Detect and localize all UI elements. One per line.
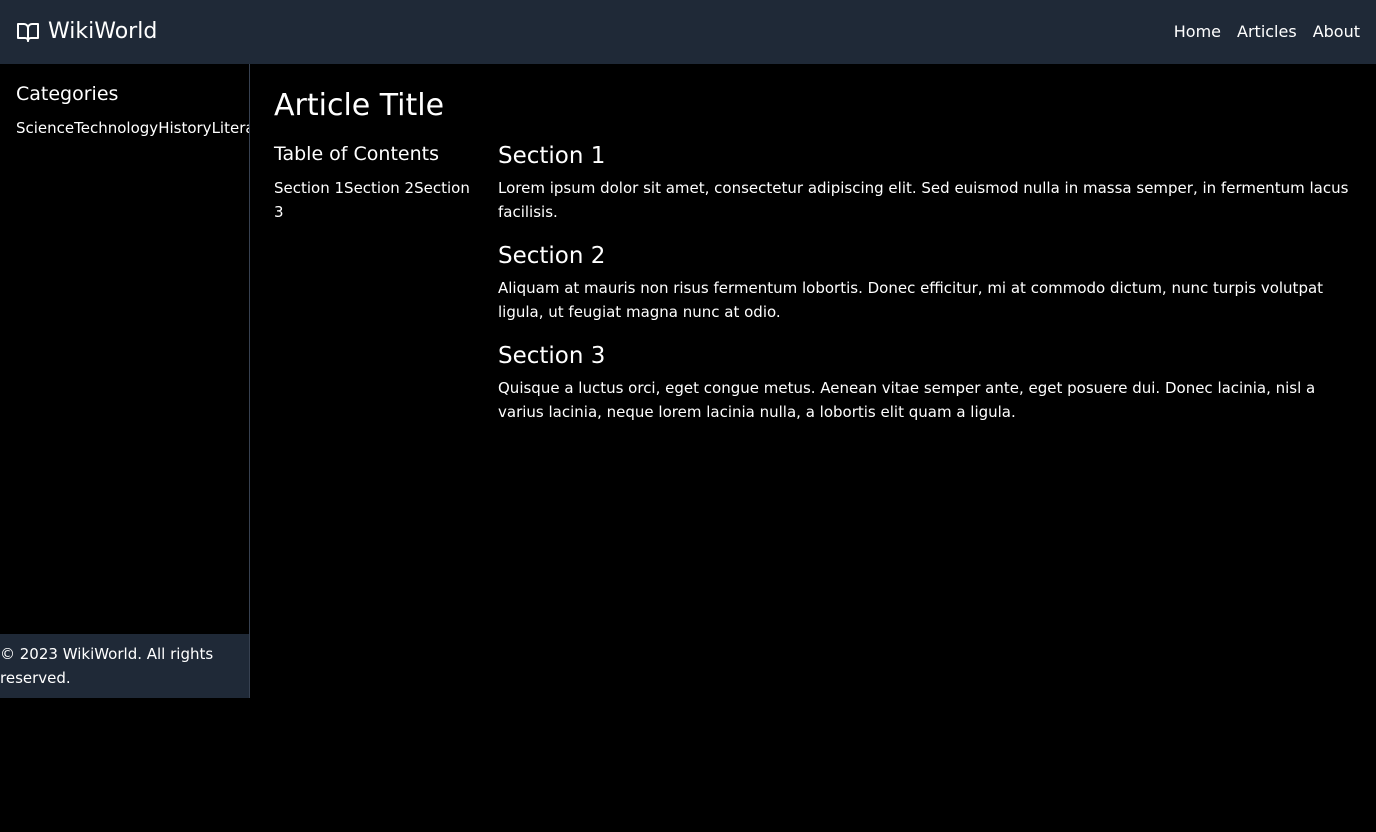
- page-footer: © 2023 WikiWorld. All rights reserved.: [0, 634, 250, 698]
- section-1-body: Lorem ipsum dolor sit amet, consectetur …: [498, 179, 1349, 221]
- category-literature-link[interactable]: Literature: [212, 116, 249, 140]
- nav-about-link[interactable]: About: [1313, 20, 1360, 44]
- top-navbar: WikiWorld Home Articles About: [0, 0, 1376, 64]
- brand-name: WikiWorld: [48, 19, 158, 44]
- categories-sidebar: Categories Science Technology History Li…: [0, 64, 250, 634]
- section-2: Section 2 Aliquam at mauris non risus fe…: [498, 240, 1352, 324]
- book-open-icon: [16, 20, 40, 44]
- main-nav: Home Articles About: [1174, 20, 1360, 44]
- category-list: Science Technology History Literature: [16, 116, 249, 140]
- section-1-heading: Section 1: [498, 143, 606, 169]
- nav-home-link[interactable]: Home: [1174, 20, 1221, 44]
- section-2-heading: Section 2: [498, 243, 606, 269]
- section-2-body: Aliquam at mauris non risus fermentum lo…: [498, 279, 1324, 321]
- article-content-row: Table of Contents Section 1Section 2Sect…: [274, 140, 1352, 440]
- nav-articles-link[interactable]: Articles: [1237, 20, 1297, 44]
- section-3-body: Quisque a luctus orci, eget congue metus…: [498, 379, 1316, 421]
- section-1: Section 1 Lorem ipsum dolor sit amet, co…: [498, 140, 1352, 224]
- section-3-heading: Section 3: [498, 343, 606, 369]
- article-title: Article Title: [274, 88, 445, 123]
- toc-links: Section 1Section 2Section 3: [274, 176, 482, 224]
- brand-link[interactable]: WikiWorld: [16, 18, 157, 46]
- article-main: Article Title Table of Contents Section …: [250, 64, 1376, 440]
- toc-link-section-2[interactable]: Section 2: [344, 179, 414, 197]
- category-technology-link[interactable]: Technology: [74, 116, 158, 140]
- category-science-link[interactable]: Science: [16, 116, 74, 140]
- toc-heading: Table of Contents: [274, 143, 439, 165]
- footer-copyright: © 2023 WikiWorld. All rights reserved.: [0, 645, 214, 687]
- categories-heading: Categories: [16, 83, 119, 105]
- article-sections: Section 1 Lorem ipsum dolor sit amet, co…: [498, 140, 1352, 440]
- toc-link-section-1[interactable]: Section 1: [274, 179, 344, 197]
- category-history-link[interactable]: History: [158, 116, 211, 140]
- table-of-contents: Table of Contents Section 1Section 2Sect…: [274, 140, 498, 440]
- section-3: Section 3 Quisque a luctus orci, eget co…: [498, 340, 1352, 424]
